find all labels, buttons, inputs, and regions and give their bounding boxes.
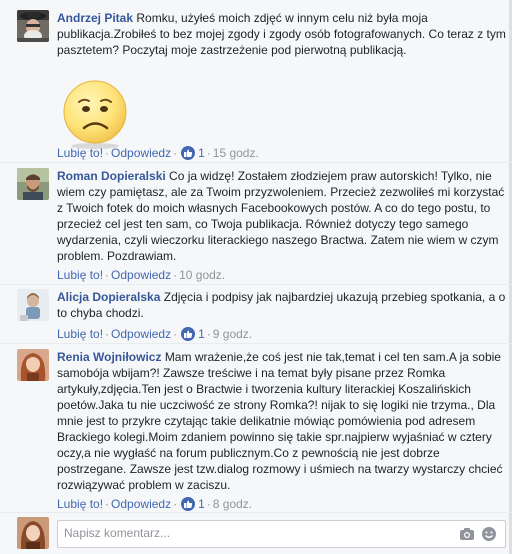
avatar[interactable] bbox=[17, 289, 49, 321]
thumbs-up-icon[interactable] bbox=[181, 146, 196, 160]
avatar[interactable] bbox=[17, 168, 49, 200]
comment-input[interactable] bbox=[64, 521, 424, 545]
comment-composer bbox=[17, 515, 506, 551]
reply-link[interactable]: Odpowiedz bbox=[111, 146, 171, 160]
emoji-icon[interactable] bbox=[481, 526, 497, 542]
comment-andrzej: Andrzej Pitak Romku, użyłeś moich zdjęć … bbox=[17, 10, 506, 160]
comment-actions: Lubię to! · Odpowiedz · 1 · 8 godz. bbox=[57, 497, 253, 511]
timestamp[interactable]: 8 godz. bbox=[213, 497, 252, 511]
comment-actions: Lubię to! · Odpowiedz · 1 · 15 godz. bbox=[57, 146, 259, 160]
comment-text: Andrzej Pitak Romku, użyłeś moich zdjęć … bbox=[57, 11, 506, 57]
comment-actions: Lubię to! · Odpowiedz · 1 · 9 godz. bbox=[57, 327, 253, 341]
divider bbox=[0, 162, 512, 163]
timestamp[interactable]: 15 godz. bbox=[213, 146, 259, 160]
like-link[interactable]: Lubię to! bbox=[57, 268, 103, 282]
like-link[interactable]: Lubię to! bbox=[57, 327, 103, 341]
comment-actions: Lubię to! · Odpowiedz · 10 godz. bbox=[57, 268, 226, 282]
like-link[interactable]: Lubię to! bbox=[57, 146, 103, 160]
comment-input-box[interactable] bbox=[57, 520, 506, 548]
divider bbox=[0, 512, 512, 513]
thumbs-up-icon[interactable] bbox=[181, 327, 196, 341]
camera-icon[interactable] bbox=[459, 526, 475, 542]
reply-link[interactable]: Odpowiedz bbox=[111, 268, 171, 282]
like-count[interactable]: 1 bbox=[198, 146, 205, 160]
comment-author[interactable]: Andrzej Pitak bbox=[57, 11, 133, 25]
reply-link[interactable]: Odpowiedz bbox=[111, 327, 171, 341]
comment-author[interactable]: Roman Dopieralski bbox=[57, 169, 166, 183]
avatar[interactable] bbox=[17, 349, 49, 381]
reply-link[interactable]: Odpowiedz bbox=[111, 497, 171, 511]
like-count[interactable]: 1 bbox=[198, 497, 205, 511]
timestamp[interactable]: 9 godz. bbox=[213, 327, 252, 341]
avatar[interactable] bbox=[17, 10, 49, 42]
divider bbox=[0, 284, 512, 285]
comment-text: Renia Wojniłowicz Mam wrażenie,że coś je… bbox=[57, 350, 503, 492]
thumbs-up-icon[interactable] bbox=[181, 497, 196, 511]
comment-text: Roman Dopieralski Co ja widzę! Zostałem … bbox=[57, 169, 505, 263]
comment-alicja: Alicja Dopieralska Zdjęcia i podpisy jak… bbox=[17, 289, 506, 343]
timestamp[interactable]: 10 godz. bbox=[179, 268, 225, 282]
comment-author[interactable]: Alicja Dopieralska bbox=[57, 290, 160, 304]
current-user-avatar bbox=[17, 517, 49, 549]
comment-roman: Roman Dopieralski Co ja widzę! Zostałem … bbox=[17, 168, 506, 284]
like-link[interactable]: Lubię to! bbox=[57, 497, 103, 511]
worried-face-sticker bbox=[57, 74, 133, 150]
like-count[interactable]: 1 bbox=[198, 327, 205, 341]
comment-text: Alicja Dopieralska Zdjęcia i podpisy jak… bbox=[57, 290, 506, 320]
comment-renia: Renia Wojniłowicz Mam wrażenie,że coś je… bbox=[17, 349, 506, 513]
divider bbox=[0, 343, 512, 344]
comment-author[interactable]: Renia Wojniłowicz bbox=[57, 350, 161, 364]
